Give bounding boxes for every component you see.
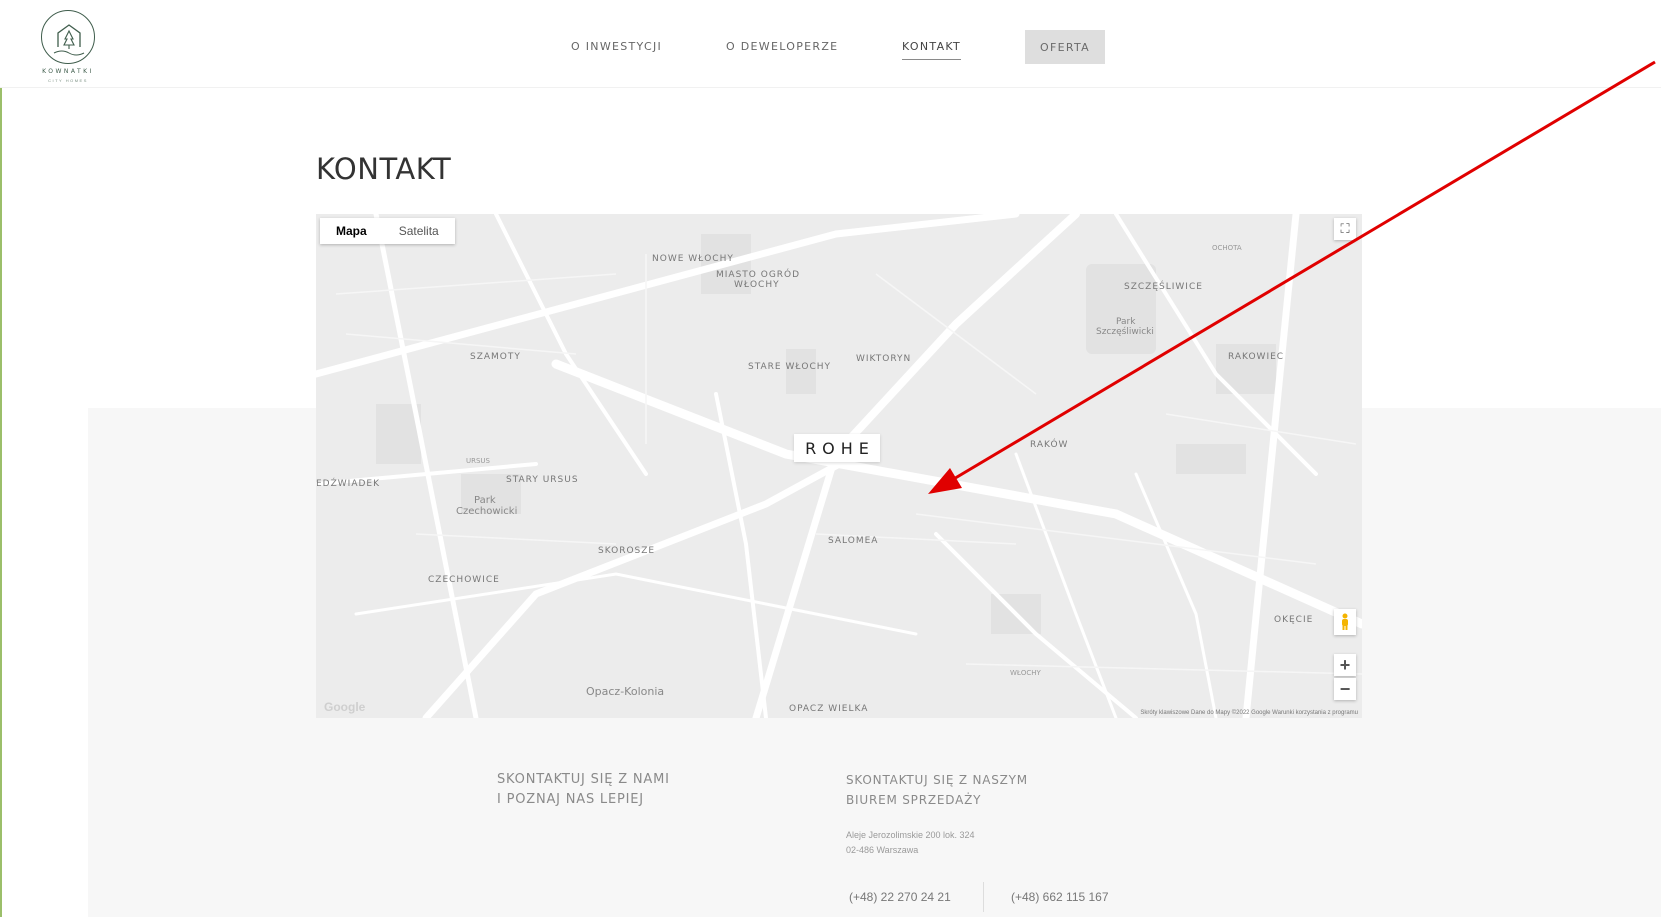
map-block <box>1176 444 1246 474</box>
phone-link-2[interactable]: (+48) 662 115 167 <box>1011 890 1109 904</box>
phone-divider <box>983 882 984 912</box>
map-roads <box>316 214 1362 718</box>
google-map[interactable]: NOWE WŁOCHY MIASTO OGRÓD WŁOCHY OCHOTA S… <box>316 214 1362 718</box>
zoom-in-icon[interactable]: + <box>1334 654 1356 676</box>
map-label: Opacz-Kolonia <box>586 685 665 698</box>
map-label: MIASTO OGRÓD <box>716 270 801 280</box>
site-header: KOWNATKI CITY HOMES O INWESTYCJI O DEWEL… <box>0 0 1661 88</box>
map-label: OCHOTA <box>1212 244 1242 252</box>
map-label: RAKÓW <box>1030 440 1069 450</box>
logo-subtitle: CITY HOMES <box>48 78 88 83</box>
map-label: Park <box>1116 317 1136 327</box>
nav-oferta-button[interactable]: OFERTA <box>1025 30 1105 64</box>
map-label: STARY URSUS <box>506 475 579 485</box>
map-type-toggle: Mapa Satelita <box>320 218 455 244</box>
map-label: EDŹWIADEK <box>316 479 381 489</box>
rohe-map-marker[interactable]: ROHE <box>794 434 880 462</box>
map-label: URSUS <box>466 457 490 465</box>
map-label: WŁOCHY <box>1010 669 1041 677</box>
map-type-mapa-button[interactable]: Mapa <box>320 218 383 244</box>
map-label: Szczęśliwicki <box>1096 327 1154 337</box>
nav-item-o-deweloperze[interactable]: O DEWELOPERZE <box>726 40 838 53</box>
map-label: OKĘCIE <box>1274 615 1314 625</box>
sales-office-line-2: BIUREM SPRZEDAŻY <box>846 793 982 807</box>
map-label: WŁOCHY <box>734 280 780 290</box>
pegman-icon[interactable] <box>1334 609 1356 635</box>
fullscreen-icon[interactable]: ⛶ <box>1334 218 1356 240</box>
address-line-1: Aleje Jerozolimskie 200 lok. 324 <box>846 830 975 840</box>
map-label: OPACZ WIELKA <box>789 704 869 714</box>
nav-item-o-inwestycji[interactable]: O INWESTYCJI <box>571 40 662 53</box>
map-label: NOWE WŁOCHY <box>652 254 734 264</box>
map-label: Czechowicki <box>456 506 518 517</box>
main-nav: O INWESTYCJI O DEWELOPERZE KONTAKT OFERT… <box>0 30 1661 64</box>
map-label: SZAMOTY <box>470 352 521 362</box>
address-line-2: 02-486 Warszawa <box>846 845 919 855</box>
map-label: SALOMEA <box>828 536 879 546</box>
google-logo[interactable]: Google <box>324 700 365 714</box>
map-attribution[interactable]: Skróty klawiszowe Dane do Mapy ©2022 Goo… <box>1140 710 1358 716</box>
contact-intro-line-1: SKONTAKTUJ SIĘ Z NAMI <box>497 772 670 787</box>
map-park-szczesliwicki <box>1086 264 1156 354</box>
sales-office-line-1: SKONTAKTUJ SIĘ Z NASZYM <box>846 773 1028 787</box>
sales-office-heading: SKONTAKTUJ SIĘ Z NASZYM BIUREM SPRZEDAŻY <box>846 770 1028 810</box>
contact-intro-line-2: I POZNAJ NAS LEPIEJ <box>497 792 644 807</box>
map-label: SKOROSZE <box>598 546 656 556</box>
sales-office-address: Aleje Jerozolimskie 200 lok. 324 02-486 … <box>846 828 975 858</box>
map-label: Park <box>474 495 496 506</box>
map-label: WIKTORYN <box>856 354 912 364</box>
map-label: RAKOWIEC <box>1228 352 1285 362</box>
map-label: STARE WŁOCHY <box>748 362 832 372</box>
zoom-out-icon[interactable]: − <box>1334 678 1356 700</box>
page-title: KONTAKT <box>316 152 452 186</box>
phone-link-1[interactable]: (+48) 22 270 24 21 <box>849 890 951 904</box>
map-label: SZCZĘŚLIWICE <box>1124 282 1203 292</box>
logo-name: KOWNATKI <box>42 68 94 75</box>
contact-intro: SKONTAKTUJ SIĘ Z NAMI I POZNAJ NAS LEPIE… <box>497 770 670 810</box>
map-label: CZECHOWICE <box>428 575 500 585</box>
nav-item-kontakt[interactable]: KONTAKT <box>902 40 962 60</box>
map-type-satelita-button[interactable]: Satelita <box>383 218 455 244</box>
